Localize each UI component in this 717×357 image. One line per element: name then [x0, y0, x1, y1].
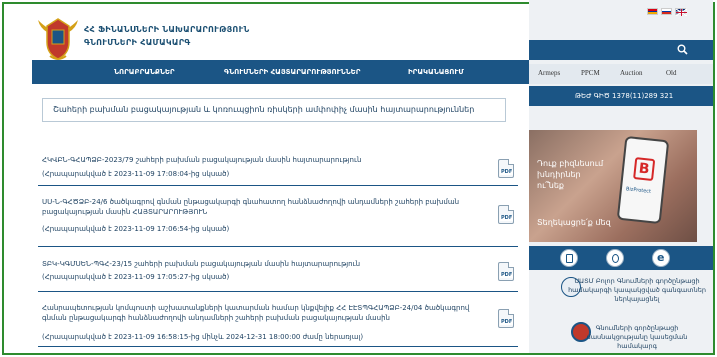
pdf-label: PDF — [500, 169, 514, 175]
nav-item-announcements[interactable]: ԳՆՈՒՄՆԵՐԻ ՀԱՅՏԱՐԱՐՈՒԹՅՈՒՆՆԵՐ — [224, 68, 360, 76]
list-item[interactable]: Հանրապետության կոմպոստի աշխատանքների կատ… — [38, 293, 518, 347]
list-item[interactable]: ՍՍ-Ն-ԳՀԾՁԲ-24/6 ծածկագրով գնման ընթացակա… — [38, 187, 518, 247]
tab-old[interactable]: Old — [666, 69, 677, 77]
news-title[interactable]: Հանրապետության կոմպոստի աշխատանքների կատ… — [42, 303, 482, 323]
nav-item-news[interactable]: ՆՈՐԱԲՐԱՆՔՆԵՐ — [114, 68, 175, 76]
news-title[interactable]: ՍՍ-Ն-ԳՀԾՁԲ-24/6 ծածկագրով գնման ընթացակա… — [42, 197, 482, 217]
pdf-label: PDF — [500, 215, 514, 221]
tab-armeps[interactable]: Armeps — [538, 69, 560, 77]
sidebar-item-complaints[interactable]: ՍԱՏՄ Բոլոր Գնումների գործընթացի համակարգ… — [533, 275, 709, 319]
org-subtitle: ԳՆՈՒՄՆԵՐԻ ՀԱՄԱԿԱՐԳ — [84, 38, 191, 47]
flag-am-icon[interactable] — [647, 8, 658, 15]
flag-ru-icon[interactable] — [661, 8, 672, 15]
tab-ppcm[interactable]: PPCM — [581, 69, 600, 77]
pdf-icon[interactable]: PDF — [498, 159, 514, 178]
bizprotect-banner[interactable]: Դուք բիզնեսում խնդիրներ ու՞նեք Տեղեկացրե… — [529, 130, 697, 242]
news-title[interactable]: ՏԲԿ-ԿԳՄՍԵՆ-ՊԳՀ-23/15 շահերի բախման բացակ… — [42, 259, 482, 269]
language-switcher — [647, 8, 687, 16]
coat-of-arms-icon[interactable] — [36, 16, 80, 62]
hotline-text: ԹԵԺ ԳԻԾ 1378(11)289 321 — [575, 92, 674, 100]
news-date: (Հրապարակված է 2023-11-09 17:06:54-ից սկ… — [42, 225, 230, 233]
main-nav: ՆՈՐԱԲՐԱՆՔՆԵՐ ԳՆՈՒՄՆԵՐԻ ՀԱՅՏԱՐԱՐՈՒԹՅՈՒՆՆԵ… — [32, 60, 529, 84]
bizprotect-logo: B — [633, 157, 656, 182]
search-icon[interactable] — [677, 44, 688, 55]
page-title: Շահերի բախման բացակայության և կոռուպցիոն… — [42, 98, 506, 122]
list-icon[interactable] — [606, 249, 624, 267]
pdf-label: PDF — [500, 272, 514, 278]
e-icon[interactable]: e — [652, 249, 670, 267]
banner-cta: Տեղեկացրե՛ք մեզ — [537, 218, 611, 227]
news-date: (Հրապարակված է 2023-11-09 16:58:15-ից մի… — [42, 333, 364, 341]
sidebar-item-label: ՍԱՏՄ Բոլոր Գնումների գործընթացի համակարգ… — [568, 277, 706, 303]
news-date: (Հրապարակված է 2023-11-09 17:05:27-ից սկ… — [42, 273, 230, 281]
org-name: ՀՀ ՖԻՆԱՆՍՆԵՐԻ ՆԱԽԱՐԱՐՈՒԹՅՈՒՆ — [84, 25, 250, 34]
phone-image: B BizProtect — [616, 135, 670, 225]
list-item[interactable]: ՏԲԿ-ԿԳՄՍԵՆ-ՊԳՀ-23/15 շահերի բախման բացակ… — [38, 248, 518, 292]
pdf-icon[interactable]: PDF — [498, 309, 514, 328]
banner-question: Դուք բիզնեսում խնդիրներ ու՞նեք — [537, 159, 604, 190]
document-icon[interactable] — [560, 249, 578, 267]
sidebar-item-label: Գնումների գործընթացի մասնակցությանը կասե… — [586, 324, 688, 350]
news-title[interactable]: ՀԿՎԲՆ-ԳՀԱՊՁԲ-2023/79 շահերի բախման բացակ… — [42, 155, 482, 165]
tab-auction[interactable]: Auction — [620, 69, 643, 77]
news-date: (Հրապարակված է 2023-11-09 17:08:04-ից սկ… — [42, 170, 230, 178]
list-item[interactable]: ՀԿՎԲՆ-ԳՀԱՊՁԲ-2023/79 շահերի բախման բացակ… — [38, 138, 518, 186]
pdf-icon[interactable]: PDF — [498, 262, 514, 281]
nav-item-implementation[interactable]: ԻՐԱԿԱՆԱՑՈՒՄ — [408, 68, 464, 76]
sidebar-item-blacklist[interactable]: Գնումների գործընթացի մասնակցությանը կասե… — [533, 322, 709, 352]
pdf-label: PDF — [500, 319, 514, 325]
pdf-icon[interactable]: PDF — [498, 205, 514, 224]
flag-uk-icon[interactable] — [675, 8, 687, 16]
bizprotect-label: BizProtect — [625, 186, 652, 195]
